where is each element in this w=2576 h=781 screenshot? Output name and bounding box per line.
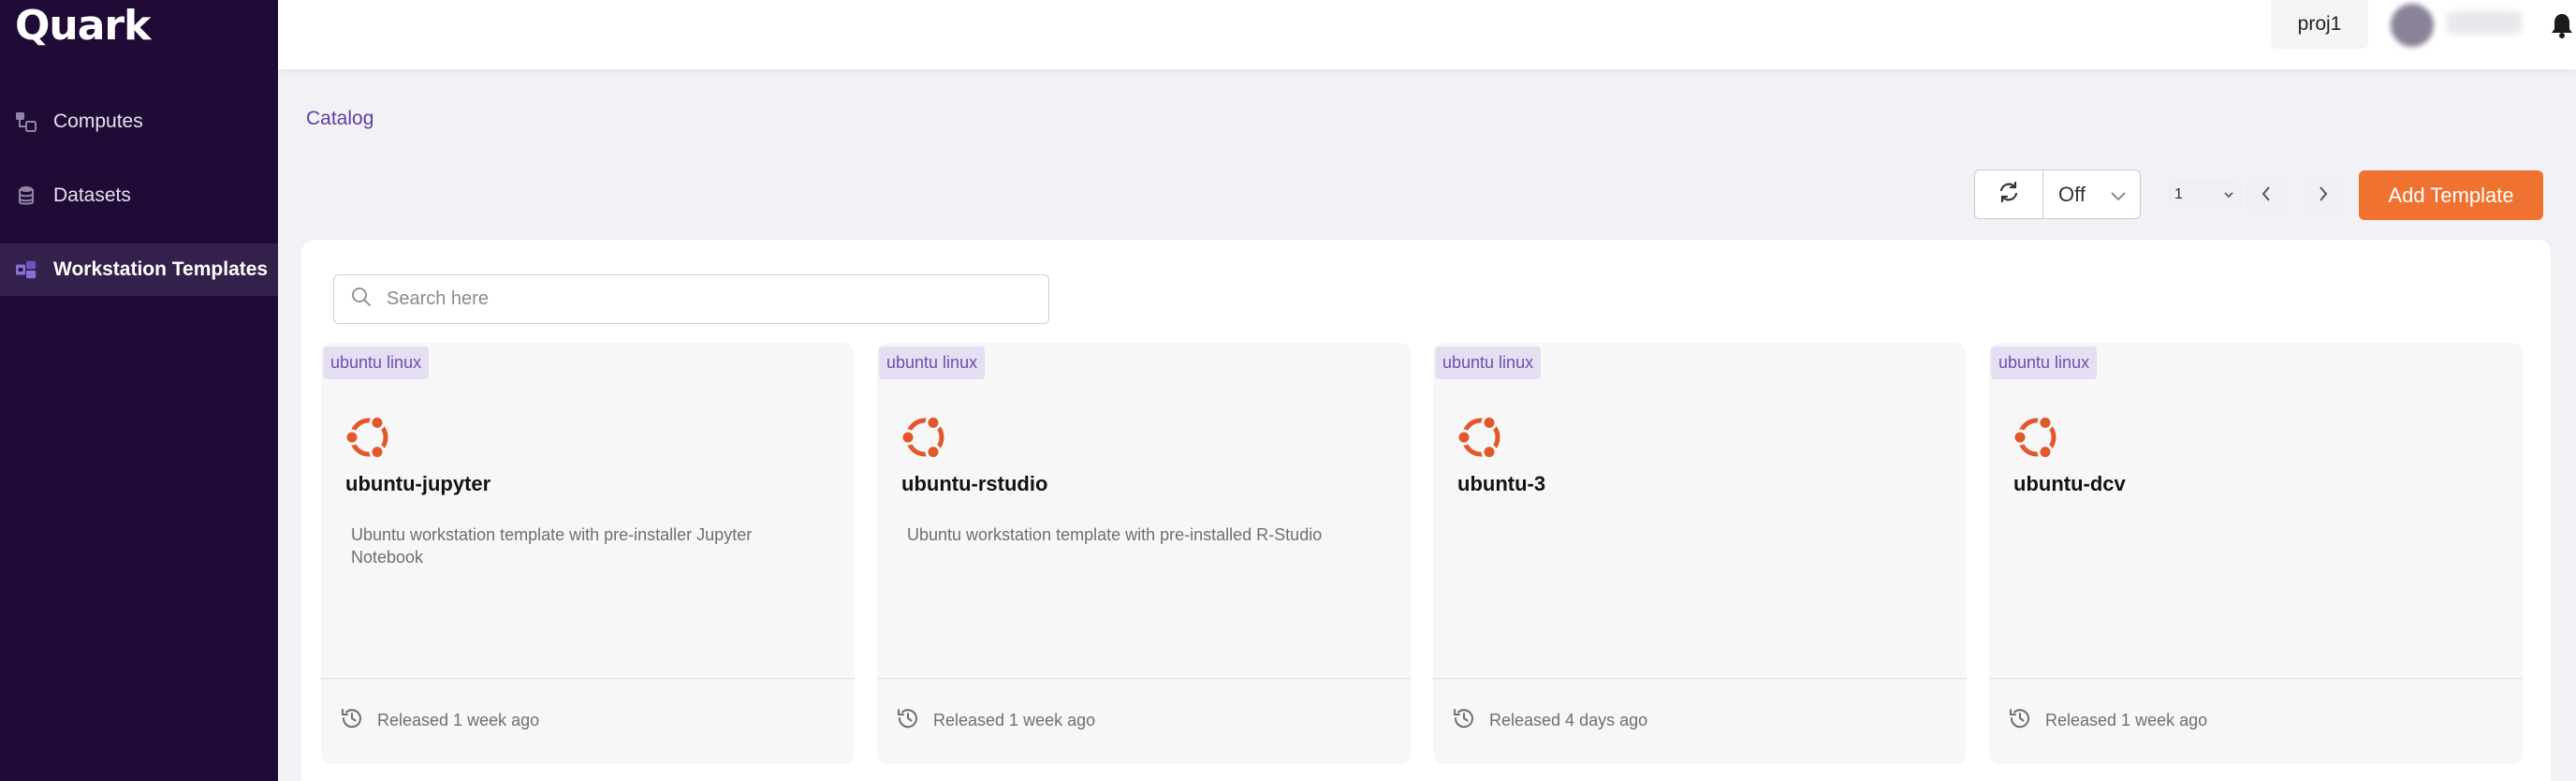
project-selector[interactable]: proj1: [2271, 0, 2368, 49]
sidebar-item-label: Datasets: [53, 184, 131, 206]
sidebar-item-label: Computes: [53, 111, 143, 132]
prev-page-button[interactable]: [2247, 176, 2286, 215]
history-icon: [896, 706, 933, 735]
divider: [1989, 678, 2523, 679]
template-name: ubuntu-rstudio: [901, 472, 1048, 495]
release-text: Released 1 week ago: [933, 711, 1096, 729]
bell-icon[interactable]: [2548, 11, 2576, 39]
tag-badge: ubuntu linux: [323, 346, 430, 379]
divider: [877, 678, 1411, 679]
sidebar: Quark Computes Datasets Workstation Temp…: [0, 0, 278, 781]
history-icon: [340, 706, 377, 735]
tag-badge: ubuntu linux: [1991, 346, 2098, 379]
sidebar-item-label: Workstation Templates: [53, 258, 269, 280]
database-icon: [15, 184, 37, 207]
user-name: [2447, 11, 2522, 34]
ubuntu-logo-icon: [2012, 412, 2062, 467]
template-description: Ubuntu workstation template with pre-ins…: [351, 525, 753, 567]
avatar[interactable]: [2391, 4, 2434, 47]
add-template-button[interactable]: Add Template: [2359, 170, 2543, 220]
release-info: Released 1 week ago: [340, 706, 539, 735]
divider: [1433, 678, 1967, 679]
sidebar-item-datasets[interactable]: Datasets: [0, 169, 278, 222]
template-card[interactable]: ubuntu linux ubuntu-jupyter Ubuntu works…: [321, 343, 855, 764]
computes-icon: [15, 111, 37, 133]
tag-badge: ubuntu linux: [879, 346, 986, 379]
refresh-control: Off: [1974, 169, 2141, 219]
chevron-down-icon: [2110, 183, 2127, 207]
next-page-button[interactable]: [2304, 176, 2343, 215]
history-icon: [2008, 706, 2045, 735]
page-select-value: 1: [2174, 186, 2183, 202]
search-input[interactable]: [387, 288, 1023, 310]
chevron-left-icon: [2260, 184, 2273, 208]
template-card[interactable]: ubuntu linux ubuntu-rstudio Ubuntu works…: [877, 343, 1411, 764]
refresh-button[interactable]: [1975, 170, 2043, 218]
page-select[interactable]: 1: [2167, 181, 2242, 209]
search-box[interactable]: [333, 274, 1049, 324]
template-card[interactable]: ubuntu linux ubuntu-dcv Released 1 week …: [1989, 343, 2523, 764]
history-icon: [1452, 706, 1489, 735]
chevron-down-icon: [2223, 186, 2234, 203]
refresh-interval-value: Off: [2058, 182, 2086, 206]
search-icon: [351, 287, 387, 312]
template-name: ubuntu-3: [1457, 472, 1546, 495]
ubuntu-logo-icon: [344, 412, 394, 467]
sidebar-item-computes[interactable]: Computes: [0, 96, 278, 148]
sidebar-item-workstation-templates[interactable]: Workstation Templates: [0, 243, 278, 296]
release-text: Released 1 week ago: [2045, 711, 2208, 729]
release-text: Released 1 week ago: [377, 711, 540, 729]
ubuntu-logo-icon: [1456, 412, 1506, 467]
templates-icon: [15, 258, 37, 281]
release-info: Released 1 week ago: [896, 706, 1095, 735]
template-name: ubuntu-dcv: [2013, 472, 2126, 495]
app-logo[interactable]: Quark: [15, 2, 151, 50]
template-description: Ubuntu workstation template with pre-ins…: [907, 525, 1323, 544]
chevron-right-icon: [2317, 184, 2330, 208]
release-text: Released 4 days ago: [1489, 711, 1648, 729]
template-name: ubuntu-jupyter: [345, 472, 491, 495]
release-info: Released 4 days ago: [1452, 706, 1647, 735]
breadcrumb[interactable]: Catalog: [306, 108, 373, 130]
tag-badge: ubuntu linux: [1435, 346, 1542, 379]
template-card[interactable]: ubuntu linux ubuntu-3 Released 4 days ag…: [1433, 343, 1967, 764]
divider: [321, 678, 855, 679]
refresh-icon: [1997, 180, 2021, 209]
ubuntu-logo-icon: [900, 412, 950, 467]
release-info: Released 1 week ago: [2008, 706, 2207, 735]
refresh-interval-select[interactable]: Off: [2043, 170, 2140, 218]
top-bar: [278, 0, 2576, 69]
